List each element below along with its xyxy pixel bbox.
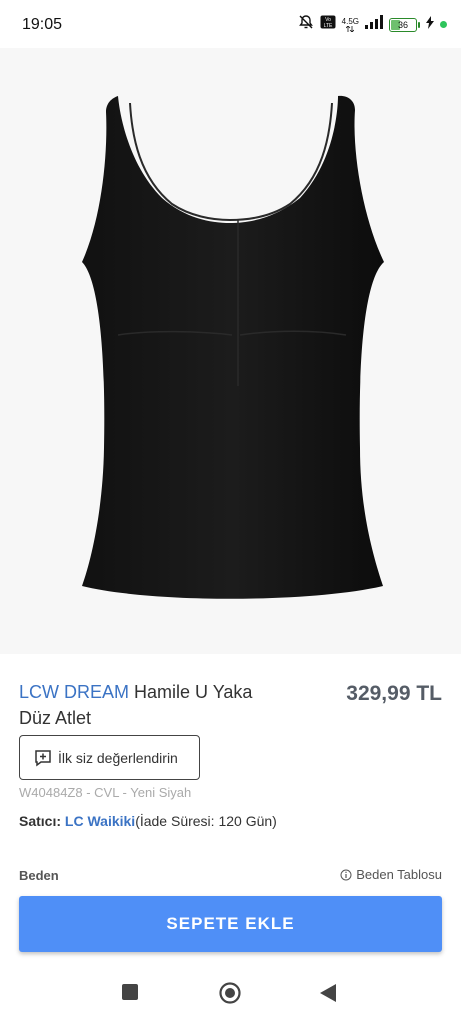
product-price: 329,99 TL (346, 682, 442, 705)
seller-label: Satıcı: (19, 813, 62, 829)
size-label: Beden (19, 868, 59, 883)
svg-text:LTE: LTE (323, 23, 332, 29)
seller-link[interactable]: LC Waikiki (65, 813, 135, 829)
product-image[interactable] (0, 48, 461, 654)
home-icon (219, 982, 241, 1004)
product-title: LCW DREAM Hamile U Yaka Düz Atlet (19, 679, 289, 731)
size-table-link[interactable]: Beden Tablosu (340, 867, 442, 882)
data-arrows-icon (346, 25, 355, 32)
network-type-label: 4.5G (341, 16, 359, 26)
add-review-icon (35, 749, 51, 766)
return-info: (İade Süresi: 120 Gün) (135, 813, 277, 829)
volte-icon: Vo LTE (320, 15, 336, 34)
system-nav-bar (0, 968, 461, 1024)
product-code: W40484Z8 - CVL - Yeni Siyah (19, 785, 192, 800)
back-button[interactable] (320, 984, 336, 1007)
home-button[interactable] (219, 982, 241, 1009)
recents-button[interactable] (122, 984, 138, 1005)
signal-icon (365, 15, 383, 34)
review-button[interactable]: İlk siz değerlendirin (19, 735, 200, 780)
brand-link[interactable]: LCW DREAM (19, 682, 129, 702)
status-icons: Vo LTE 4.5G 36 (298, 14, 447, 35)
charging-bolt-icon (426, 15, 434, 34)
back-icon (320, 984, 336, 1002)
size-table-label: Beden Tablosu (356, 867, 442, 882)
add-to-cart-button[interactable]: SEPETE EKLE (19, 896, 442, 952)
status-bar: 19:05 Vo LTE 4.5G 36 (0, 0, 461, 48)
battery-level: 36 (397, 19, 408, 30)
recents-icon (122, 984, 138, 1000)
battery-icon: 36 (389, 17, 420, 32)
tank-top-illustration (82, 95, 384, 599)
status-time: 19:05 (22, 16, 63, 33)
review-button-label: İlk siz değerlendirin (58, 749, 178, 766)
network-type: 4.5G (341, 16, 359, 32)
notification-dot-icon (440, 21, 447, 28)
seller-info: Satıcı: LC Waikiki(İade Süresi: 120 Gün) (19, 813, 277, 829)
mute-bell-icon (298, 14, 314, 35)
info-icon (340, 869, 352, 880)
